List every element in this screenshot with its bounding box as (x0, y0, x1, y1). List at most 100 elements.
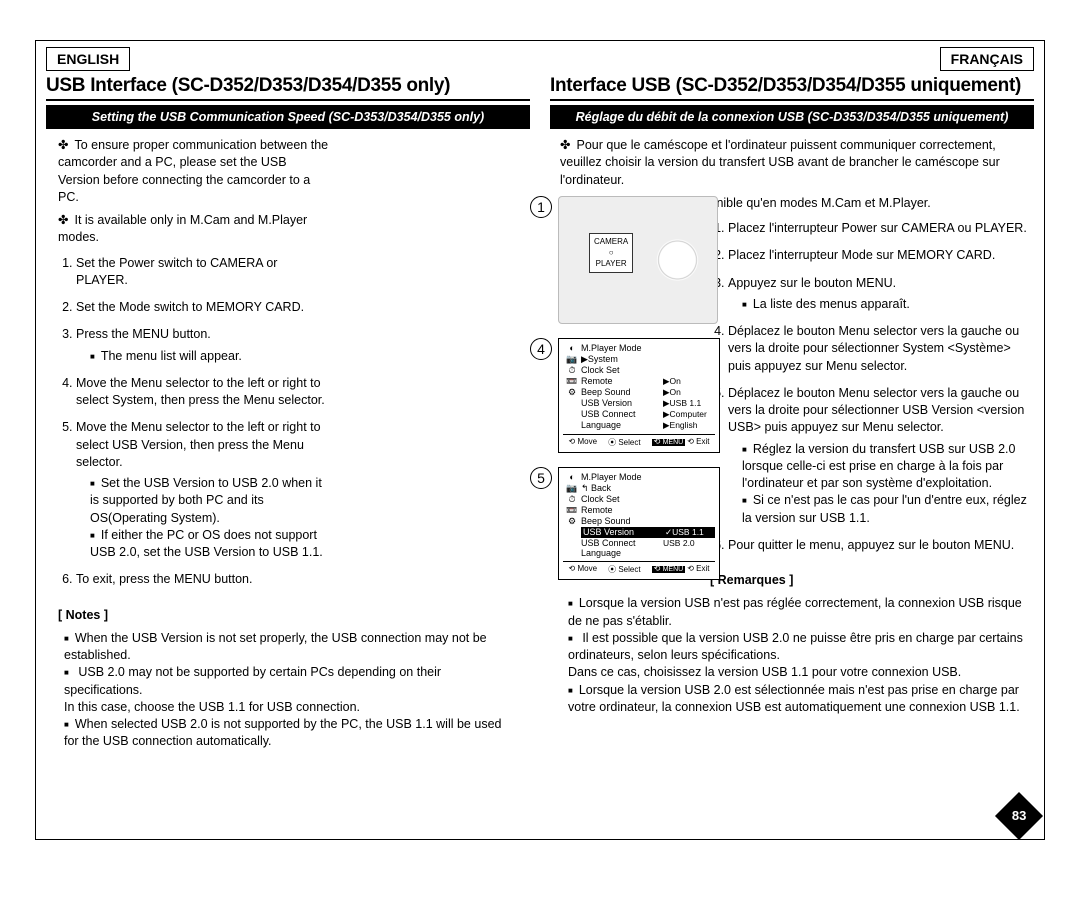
tape-icon: 📼 (563, 376, 581, 387)
step-badge-4: 4 (530, 338, 552, 360)
note-item: When the USB Version is not set properly… (64, 630, 518, 665)
menu-item-selected: USB Version (581, 527, 663, 538)
notes-heading: [ Notes ] (58, 607, 330, 624)
camera-icon: 📷 (563, 354, 581, 365)
power-switch-label: CAMERA ○ PLAYER (589, 233, 633, 273)
menu-item: Remote (581, 376, 663, 387)
step-3: Press the MENU button. The menu list wil… (76, 326, 330, 365)
menu-item: Clock Set (581, 494, 663, 505)
substep: The menu list will appear. (90, 348, 330, 365)
menu-item: USB Connect (581, 538, 663, 548)
menu-item: Beep Sound (581, 516, 663, 527)
menu-screen-4: ◐M.Player Mode 📷▶System ⏱Clock Set 📼Remo… (558, 338, 720, 453)
steps-list: Set the Power switch to CAMERA or PLAYER… (58, 255, 330, 589)
footer-exit: MENUExit (652, 437, 710, 448)
menu-value: ▶Computer (663, 409, 715, 420)
figure-1: 1 CAMERA ○ PLAYER (530, 196, 718, 324)
substep: If either the PC or OS does not support … (90, 527, 330, 562)
step-5: Move the Menu selector to the left or ri… (76, 419, 330, 561)
menu-item: Remote (581, 505, 663, 516)
section-title-fr: Interface USB (SC-D352/D353/D354/D355 un… (550, 71, 1034, 101)
menu-value (663, 365, 715, 376)
steps-list: Placez l'interrupteur Power sur CAMERA o… (710, 220, 1028, 554)
french-column: FRANÇAIS Interface USB (SC-D352/D353/D35… (540, 41, 1044, 839)
note-item: Lorsque la version USB n'est pas réglée … (568, 595, 1028, 630)
intro-text: Pour que le caméscope et l'ordinateur pu… (560, 137, 1028, 189)
content-en: To ensure proper communication between t… (46, 129, 530, 624)
step-5: Déplacez le bouton Menu selector vers la… (728, 385, 1028, 527)
step-6: Pour quitter le menu, appuyez sur le bou… (728, 537, 1028, 554)
menu-value-selected: ✓USB 1.1 (663, 527, 715, 538)
step-1: Placez l'interrupteur Power sur CAMERA o… (728, 220, 1028, 237)
step-1: Set the Power switch to CAMERA or PLAYER… (76, 255, 330, 290)
step-4: Déplacez le bouton Menu selector vers la… (728, 323, 1028, 375)
camera-label: CAMERA (594, 237, 628, 246)
section-title-en: USB Interface (SC-D352/D353/D354/D355 on… (46, 71, 530, 101)
menu-item: Clock Set (581, 365, 663, 376)
menu-back: ↰ Back (581, 483, 663, 494)
menu-value: ▶On (663, 387, 715, 398)
camera-illustration: CAMERA ○ PLAYER (558, 196, 718, 324)
note-item: Il est possible que la version USB 2.0 n… (568, 630, 1028, 682)
figures-column: 1 CAMERA ○ PLAYER 4 ◐M.Player Mode 📷▶Sys… (530, 196, 740, 580)
note-text: USB 2.0 may not be supported by certain … (64, 665, 441, 696)
footer-move: Move (569, 437, 598, 448)
clock-icon: ⏱ (563, 494, 581, 505)
step-text: Appuyez sur le bouton MENU. (728, 276, 896, 290)
substep: Réglez la version du transfert USB sur U… (742, 441, 1028, 493)
language-tag-en: ENGLISH (46, 47, 130, 71)
step-text: Move the Menu selector to the left or ri… (76, 420, 321, 469)
note-item: USB 2.0 may not be supported by certain … (64, 664, 518, 716)
intro-text: It is available only in M.Cam and M.Play… (58, 212, 330, 247)
menu-item: USB Version (581, 398, 663, 409)
clock-icon: ⏱ (563, 365, 581, 376)
subsection-bar-en: Setting the USB Communication Speed (SC-… (46, 105, 530, 129)
figure-4: 4 ◐M.Player Mode 📷▶System ⏱Clock Set 📼Re… (530, 338, 720, 453)
step-6: To exit, press the MENU button. (76, 571, 330, 588)
menu-value: ▶USB 1.1 (663, 398, 715, 409)
camera-icon: 📷 (563, 483, 581, 494)
substep: Si ce n'est pas le cas pour l'un d'entre… (742, 492, 1028, 527)
menu-title: M.Player Mode (581, 472, 715, 482)
note-text: Il est possible que la version USB 2.0 n… (568, 631, 1023, 662)
player-label: PLAYER (596, 259, 627, 268)
note-text: In this case, choose the USB 1.1 for USB… (64, 700, 360, 714)
menu-item: USB Connect (581, 409, 663, 420)
page-number-badge: 83 (995, 792, 1043, 840)
step-badge-5: 5 (530, 467, 552, 489)
figure-5: 5 ◐M.Player Mode 📷↰ Back ⏱Clock Set 📼Rem… (530, 467, 720, 580)
menu-item: Language (581, 548, 663, 558)
substep: La liste des menus apparaît. (742, 296, 1028, 313)
menu-screen-5: ◐M.Player Mode 📷↰ Back ⏱Clock Set 📼Remot… (558, 467, 720, 580)
menu-value: ▶English (663, 420, 715, 431)
menu-item: Beep Sound (581, 387, 663, 398)
language-tag-fr: FRANÇAIS (940, 47, 1034, 71)
subsection-bar-fr: Réglage du débit de la connexion USB (SC… (550, 105, 1034, 129)
notes-heading: [ Remarques ] (710, 572, 1028, 589)
intro-text: To ensure proper communication between t… (58, 137, 330, 206)
footer-select: Select (608, 564, 640, 575)
english-column: ENGLISH USB Interface (SC-D352/D353/D354… (36, 41, 540, 839)
tape-icon: 📼 (563, 505, 581, 516)
step-3: Appuyez sur le bouton MENU. La liste des… (728, 275, 1028, 314)
footer-select: Select (608, 437, 640, 448)
footer-exit: MENUExit (652, 564, 710, 575)
footer-move: Move (569, 564, 598, 575)
step-badge-1: 1 (530, 196, 552, 218)
menu-value: ▶On (663, 376, 715, 387)
menu-value: USB 2.0 (663, 538, 715, 548)
menu-item: Language (581, 420, 663, 431)
note-item: Lorsque la version USB 2.0 est sélection… (568, 682, 1028, 717)
substep: Set the USB Version to USB 2.0 when it i… (90, 475, 330, 527)
step-2: Placez l'interrupteur Mode sur MEMORY CA… (728, 247, 1028, 264)
menu-value (663, 354, 715, 365)
gear-icon: ⚙ (563, 516, 581, 527)
step-4: Move the Menu selector to the left or ri… (76, 375, 330, 410)
manual-page: ENGLISH USB Interface (SC-D352/D353/D354… (35, 40, 1045, 840)
step-text: Déplacez le bouton Menu selector vers la… (728, 386, 1024, 435)
menu-item: ▶System (581, 354, 663, 365)
note-item: When selected USB 2.0 is not supported b… (64, 716, 518, 751)
step-text: Press the MENU button. (76, 327, 211, 341)
note-text: Dans ce cas, choisissez la version USB 1… (568, 665, 961, 679)
gear-icon: ⚙ (563, 387, 581, 398)
